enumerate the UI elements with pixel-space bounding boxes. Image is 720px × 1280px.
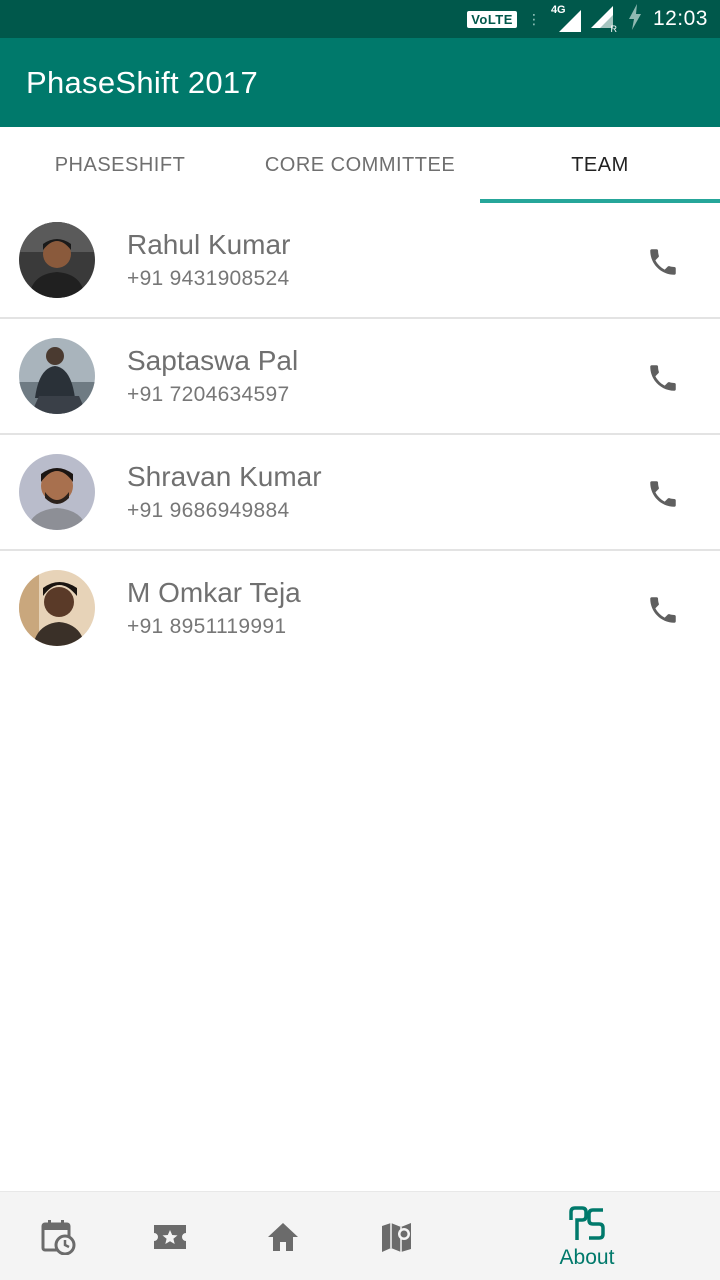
member-name: Saptaswa Pal <box>127 345 299 376</box>
tab-team[interactable]: TEAM <box>480 127 720 203</box>
call-button[interactable] <box>640 471 686 517</box>
call-button[interactable] <box>640 355 686 401</box>
app-title: PhaseShift 2017 <box>26 64 259 100</box>
volte-badge: VoLTE <box>467 10 517 28</box>
list-item[interactable]: Saptaswa Pal +91 7204634597 <box>0 319 720 435</box>
list-item[interactable]: Rahul Kumar +91 9431908524 <box>0 203 720 319</box>
phone-icon <box>650 481 676 507</box>
home-icon <box>268 1222 298 1251</box>
avatar <box>19 454 95 530</box>
tab-label: CORE COMMITTEE <box>264 153 456 176</box>
mobile-signal-icon: 4G <box>551 4 581 32</box>
nav-about-label: About <box>559 1245 615 1269</box>
tab-label: TEAM <box>571 153 629 176</box>
phaseshift-logo-icon <box>569 1205 605 1240</box>
phone-icon <box>650 597 676 623</box>
member-phone: +91 9431908524 <box>127 267 290 290</box>
avatar <box>19 570 95 646</box>
member-phone: +91 7204634597 <box>127 383 290 406</box>
tab-core-committee[interactable]: CORE COMMITTEE <box>240 127 480 203</box>
avatar <box>19 338 95 414</box>
nav-home[interactable] <box>255 1192 311 1280</box>
phone-icon <box>650 365 676 391</box>
tab-phaseshift[interactable]: PHASESHIFT <box>0 127 240 203</box>
tab-label: PHASESHIFT <box>54 153 186 176</box>
bottom-navigation: About <box>0 1191 720 1280</box>
nav-map[interactable] <box>369 1192 425 1280</box>
phone-icon <box>650 249 676 275</box>
map-icon <box>382 1222 411 1252</box>
avatar <box>19 222 95 298</box>
nav-events[interactable] <box>142 1192 198 1280</box>
secondary-signal-icon: R <box>590 6 617 34</box>
clock: 12:03 <box>652 7 708 30</box>
member-phone: +91 8951119991 <box>127 615 287 638</box>
list-item[interactable]: M Omkar Teja +91 8951119991 <box>0 551 720 667</box>
member-phone: +91 9686949884 <box>127 499 290 522</box>
nav-schedule[interactable] <box>30 1192 86 1280</box>
battery-charging-icon <box>627 3 643 35</box>
status-bar: VoLTE ⋮ 4G R 12:03 <box>0 0 720 38</box>
schedule-calendar-icon <box>41 1219 76 1255</box>
member-name: M Omkar Teja <box>127 577 301 608</box>
events-ticket-icon <box>154 1224 186 1249</box>
tab-bar: PHASESHIFT CORE COMMITTEE TEAM <box>0 127 720 203</box>
list-item[interactable]: Shravan Kumar +91 9686949884 <box>0 435 720 551</box>
app-bar: PhaseShift 2017 <box>0 38 720 127</box>
call-button[interactable] <box>640 239 686 285</box>
member-name: Rahul Kumar <box>127 229 291 260</box>
team-list: Rahul Kumar +91 9431908524 Saptaswa Pal … <box>0 203 720 667</box>
member-name: Shravan Kumar <box>127 461 322 492</box>
call-button[interactable] <box>640 587 686 633</box>
nav-about[interactable]: About <box>540 1192 634 1280</box>
roaming-indicator: R <box>610 24 617 34</box>
data-activity-icon: ⋮ <box>526 10 541 27</box>
